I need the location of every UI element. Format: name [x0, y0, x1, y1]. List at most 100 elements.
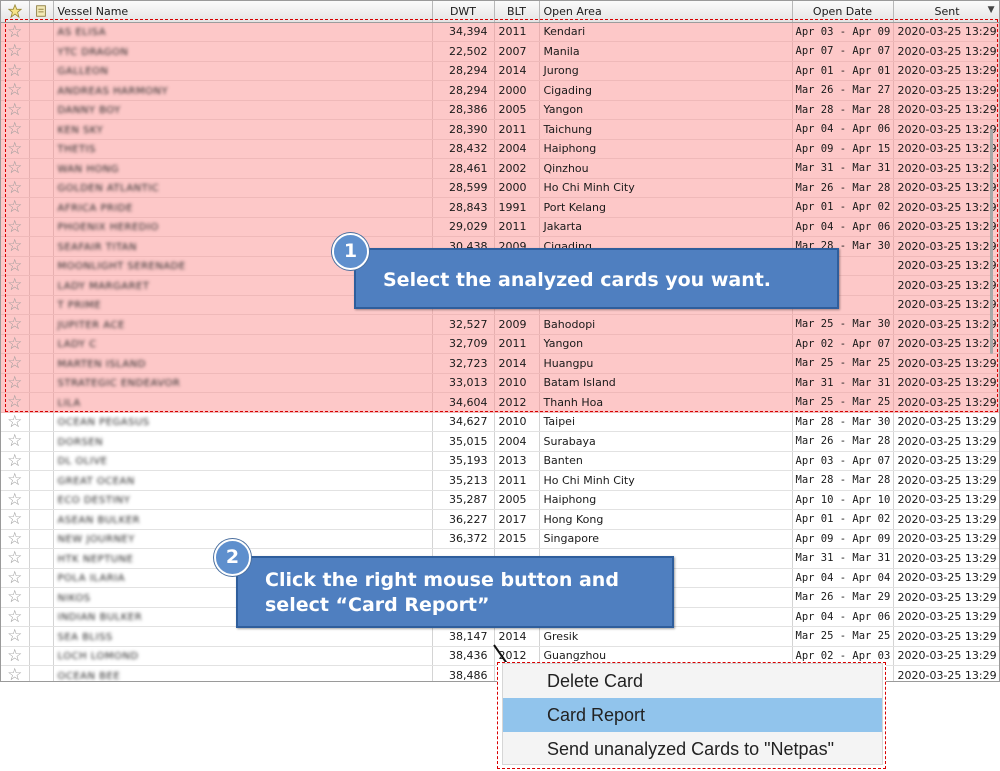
table-row[interactable]: ☆ DANNY BOY 28,386 2005 Yangon Mar 28 - Mar 2…	[1, 100, 999, 120]
table-row[interactable]: ☆ ASEAN BULKER 36,227 2017 Hong Kong Apr 01 -…	[1, 509, 999, 530]
favorite-star-icon[interactable]: ☆	[1, 100, 30, 120]
favorite-star-icon[interactable]: ☆	[1, 451, 30, 471]
favorite-column-header[interactable]	[1, 1, 30, 23]
card-type-cell	[29, 587, 54, 608]
vessel-name-cell: OCEAN BEE	[53, 665, 433, 681]
table-row[interactable]: ☆ ECO DESTINY 35,287 2005 Haiphong Apr 10 - A…	[1, 490, 999, 510]
blt-cell: 2007	[494, 41, 540, 62]
vessel-name-text: POLA ILARIA	[57, 573, 126, 585]
table-row[interactable]: ☆ DL OLIVE 35,193 2013 Banten Apr 03 - Apr 07…	[1, 451, 999, 471]
vessel-name-text: JUPITER ACE	[57, 319, 125, 331]
table-row[interactable]: ☆ WAN HONG 28,461 2002 Qinzhou Mar 31 - Mar 3…	[1, 158, 999, 179]
favorite-star-icon[interactable]: ☆	[1, 295, 30, 315]
favorite-star-icon[interactable]: ☆	[1, 665, 30, 681]
blt-cell: 2015	[494, 529, 540, 549]
sent-cell: 2020-03-25 13:29	[893, 178, 999, 198]
favorite-star-icon[interactable]: ☆	[1, 646, 30, 666]
open-date-column-header[interactable]: Open Date	[792, 1, 894, 23]
sent-cell: 2020-03-25 13:29	[893, 100, 999, 120]
favorite-star-icon[interactable]: ☆	[1, 236, 30, 257]
table-row[interactable]: ☆ OCEAN PEGASUS 34,627 2010 Taipei Mar 28 - M…	[1, 412, 999, 432]
menu-item-send-unanalyzed[interactable]: Send unanalyzed Cards to "Netpas"	[503, 732, 882, 766]
sent-cell: 2020-03-25 13:29	[893, 119, 999, 140]
favorite-star-icon[interactable]: ☆	[1, 178, 30, 198]
vessel-name-column-header[interactable]: Vessel Name	[53, 1, 433, 23]
table-row[interactable]: ☆ YTC DRAGON 22,502 2007 Manila Apr 07 - Apr …	[1, 41, 999, 62]
table-row[interactable]: ☆ STRATEGIC ENDEAVOR 33,013 2010 Batam Islan…	[1, 373, 999, 393]
table-row[interactable]: ☆ ANDREAS HARMONY 28,294 2000 Cigading Mar 26…	[1, 80, 999, 101]
table-row[interactable]: ☆ AS ELISA 34,394 2011 Kendari Apr 03 - Apr 0…	[1, 22, 999, 42]
favorite-star-icon[interactable]: ☆	[1, 490, 30, 510]
sent-cell: 2020-03-25 13:29	[893, 470, 999, 491]
table-row[interactable]: ☆ DORSEN 35,015 2004 Surabaya Mar 26 - Mar 28…	[1, 431, 999, 452]
menu-item-delete-card[interactable]: Delete Card	[503, 664, 882, 698]
card-type-cell	[29, 470, 54, 491]
vessel-name-cell: ANDREAS HARMONY	[53, 80, 433, 101]
favorite-star-icon[interactable]: ☆	[1, 470, 30, 491]
table-row[interactable]: ☆ GOLDEN ATLANTIC 28,599 2000 Ho Chi Minh Ci…	[1, 178, 999, 198]
card-type-cell	[29, 490, 54, 510]
favorite-star-icon[interactable]: ☆	[1, 626, 30, 647]
favorite-star-icon[interactable]: ☆	[1, 314, 30, 335]
table-row[interactable]: ☆ NEW JOURNEY 36,372 2015 Singapore Apr 09 - …	[1, 529, 999, 549]
open-area-column-header[interactable]: Open Area	[539, 1, 793, 23]
table-row[interactable]: ☆ LADY C 32,709 2011 Yangon Apr 02 - Apr 07 20…	[1, 334, 999, 354]
favorite-star-icon[interactable]: ☆	[1, 275, 30, 296]
favorite-star-icon[interactable]: ☆	[1, 22, 30, 42]
favorite-star-icon[interactable]: ☆	[1, 353, 30, 374]
table-row[interactable]: ☆ THETIS 28,432 2004 Haiphong Apr 09 - Apr 15…	[1, 139, 999, 159]
star-icon	[7, 4, 22, 19]
favorite-star-icon[interactable]: ☆	[1, 61, 30, 81]
blt-column-header[interactable]: BLT	[494, 1, 540, 23]
favorite-star-icon[interactable]: ☆	[1, 334, 30, 354]
favorite-star-icon[interactable]: ☆	[1, 139, 30, 159]
sent-column-header[interactable]: Sent ▼	[893, 1, 999, 23]
favorite-star-icon[interactable]: ☆	[1, 256, 30, 276]
table-row[interactable]: ☆ PHOENIX HEREDIO 29,029 2011 Jakarta Apr 04 …	[1, 217, 999, 237]
sent-cell: 2020-03-25 13:29	[893, 256, 999, 276]
favorite-star-icon[interactable]: ☆	[1, 41, 30, 62]
table-row[interactable]: ☆ JUPITER ACE 32,527 2009 Bahodopi Mar 25 - M…	[1, 314, 999, 335]
favorite-star-icon[interactable]: ☆	[1, 158, 30, 179]
favorite-star-icon[interactable]: ☆	[1, 607, 30, 627]
table-row[interactable]: ☆ GALLEON 28,294 2014 Jurong Apr 01 - Apr 01 2…	[1, 61, 999, 81]
blt-cell: 2011	[494, 334, 540, 354]
favorite-star-icon[interactable]: ☆	[1, 529, 30, 549]
table-row[interactable]: ☆ SEA BLISS 38,147 2014 Gresik Mar 25 - Mar 2…	[1, 626, 999, 647]
favorite-star-icon[interactable]: ☆	[1, 431, 30, 452]
vessel-name-text: NIKOS	[57, 592, 91, 604]
step2-text-line2: select “Card Report”	[265, 594, 490, 616]
favorite-star-icon[interactable]: ☆	[1, 373, 30, 393]
favorite-star-icon[interactable]: ☆	[1, 80, 30, 101]
table-row[interactable]: ☆ AFRICA PRIDE 28,843 1991 Port Kelang Apr 01…	[1, 197, 999, 218]
open-date-cell: Mar 28 - Mar 30	[792, 412, 894, 432]
favorite-star-icon[interactable]: ☆	[1, 197, 30, 218]
dwt-cell: 33,013	[432, 373, 495, 393]
open-area-cell: Hong Kong	[539, 509, 793, 530]
favorite-star-icon[interactable]: ☆	[1, 392, 30, 413]
table-row[interactable]: ☆ MARTEN ISLAND 32,723 2014 Huangpu Mar 25 - …	[1, 353, 999, 374]
card-type-column-header[interactable]	[29, 1, 54, 23]
blt-cell: 2010	[494, 373, 540, 393]
favorite-star-icon[interactable]: ☆	[1, 119, 30, 140]
card-type-cell	[29, 217, 54, 237]
menu-item-card-report[interactable]: Card Report	[503, 698, 882, 732]
table-row[interactable]: ☆ LILA 34,604 2012 Thanh Hoa Mar 25 - Mar 25 2…	[1, 392, 999, 413]
favorite-star-icon[interactable]: ☆	[1, 568, 30, 588]
blt-cell: 2013	[494, 451, 540, 471]
table-row[interactable]: ☆ GREAT OCEAN 35,213 2011 Ho Chi Minh City Ma…	[1, 470, 999, 491]
favorite-star-icon[interactable]: ☆	[1, 217, 30, 237]
dwt-cell: 34,394	[432, 22, 495, 42]
vessel-name-cell: GALLEON	[53, 61, 433, 81]
favorite-star-icon[interactable]: ☆	[1, 587, 30, 608]
sent-cell: 2020-03-25 13:29	[893, 451, 999, 471]
favorite-star-icon[interactable]: ☆	[1, 509, 30, 530]
dwt-column-header[interactable]: DWT	[432, 1, 495, 23]
open-date-cell: Mar 26 - Mar 28	[792, 178, 894, 198]
open-date-cell: Mar 28 - Mar 28	[792, 470, 894, 491]
favorite-star-icon[interactable]: ☆	[1, 548, 30, 569]
card-type-cell	[29, 451, 54, 471]
scrollbar-thumb[interactable]	[990, 129, 993, 354]
table-row[interactable]: ☆ KEN SKY 28,390 2011 Taichung Apr 04 - Apr 0…	[1, 119, 999, 140]
favorite-star-icon[interactable]: ☆	[1, 412, 30, 432]
